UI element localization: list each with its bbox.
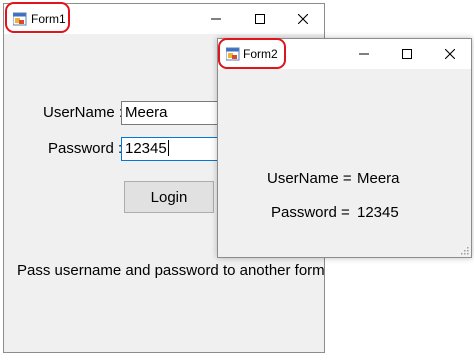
form2-maximize-button[interactable] — [385, 39, 429, 69]
login-button[interactable]: Login — [124, 181, 214, 213]
form1-minimize-button[interactable] — [194, 4, 238, 34]
maximize-icon — [255, 14, 265, 24]
form1-close-button[interactable] — [281, 4, 325, 34]
maximize-icon — [402, 49, 412, 59]
username-input-value: Meera — [125, 104, 168, 121]
close-icon — [445, 49, 455, 59]
password-label: Password : — [48, 140, 123, 157]
minimize-icon — [211, 18, 221, 20]
result-password-label: Password = — [271, 204, 350, 221]
minimize-icon — [359, 53, 369, 55]
result-username-label: UserName = — [267, 170, 352, 187]
form1-title-highlight — [5, 2, 70, 33]
form2-title-highlight — [218, 38, 286, 69]
username-label: UserName : — [43, 104, 124, 121]
form2-window: Form2 UserName = Meera Password = 12345 — [217, 38, 472, 258]
form2-close-button[interactable] — [428, 39, 472, 69]
result-password-value: 12345 — [357, 204, 399, 221]
login-button-label: Login — [150, 188, 188, 206]
password-input[interactable]: 12345 — [121, 137, 221, 161]
form2-minimize-button[interactable] — [342, 39, 386, 69]
resize-grip-icon[interactable] — [460, 246, 469, 255]
instruction-text: Pass username and password to another fo… — [17, 262, 325, 279]
text-caret — [167, 140, 169, 156]
close-icon — [298, 14, 308, 24]
password-input-value: 12345 — [125, 140, 167, 157]
form1-maximize-button[interactable] — [238, 4, 282, 34]
result-username-value: Meera — [357, 170, 400, 187]
username-input[interactable]: Meera — [121, 101, 221, 125]
